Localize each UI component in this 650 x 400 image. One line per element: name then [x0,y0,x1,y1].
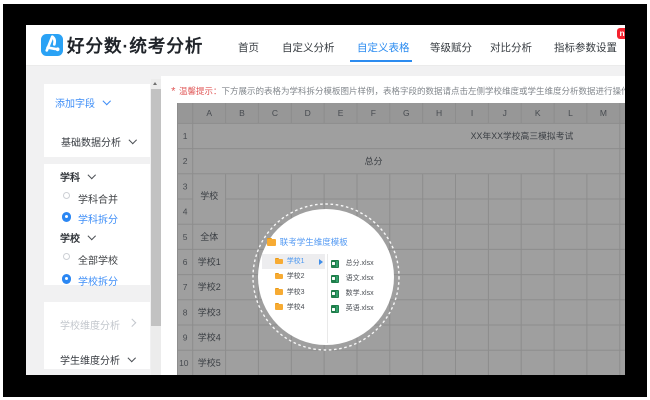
svg-text:学校: 学校 [200,190,218,201]
svg-text:7: 7 [183,282,188,292]
svg-text:6: 6 [183,257,188,267]
svg-text:F: F [371,108,376,118]
svg-text:M: M [600,108,607,118]
svg-text:学校3: 学校3 [198,306,221,317]
svg-text:4: 4 [183,206,188,216]
svg-text:D: D [305,108,311,118]
svg-text:L: L [568,108,573,118]
svg-text:K: K [535,108,541,118]
svg-text:E: E [338,108,344,118]
svg-text:1: 1 [183,131,188,141]
svg-text:H: H [436,108,442,118]
svg-text:5: 5 [183,231,188,241]
svg-text:学校1: 学校1 [198,256,221,267]
svg-text:B: B [239,108,245,118]
svg-text:I: I [471,108,473,118]
svg-text:全体: 全体 [200,230,218,241]
svg-text:C: C [272,108,278,118]
svg-text:9: 9 [183,332,188,342]
svg-text:学校4: 学校4 [198,331,221,342]
svg-text:2: 2 [183,156,188,166]
svg-text:学校5: 学校5 [198,356,221,367]
svg-text:J: J [503,108,507,118]
svg-text:8: 8 [183,307,188,317]
svg-text:XX年XX学校高三模拟考试: XX年XX学校高三模拟考试 [471,130,574,141]
svg-text:G: G [403,108,410,118]
svg-text:总分: 总分 [364,155,382,166]
svg-text:10: 10 [179,357,189,367]
svg-text:A: A [206,108,212,118]
svg-text:学校2: 学校2 [198,281,221,292]
svg-text:3: 3 [183,181,188,191]
